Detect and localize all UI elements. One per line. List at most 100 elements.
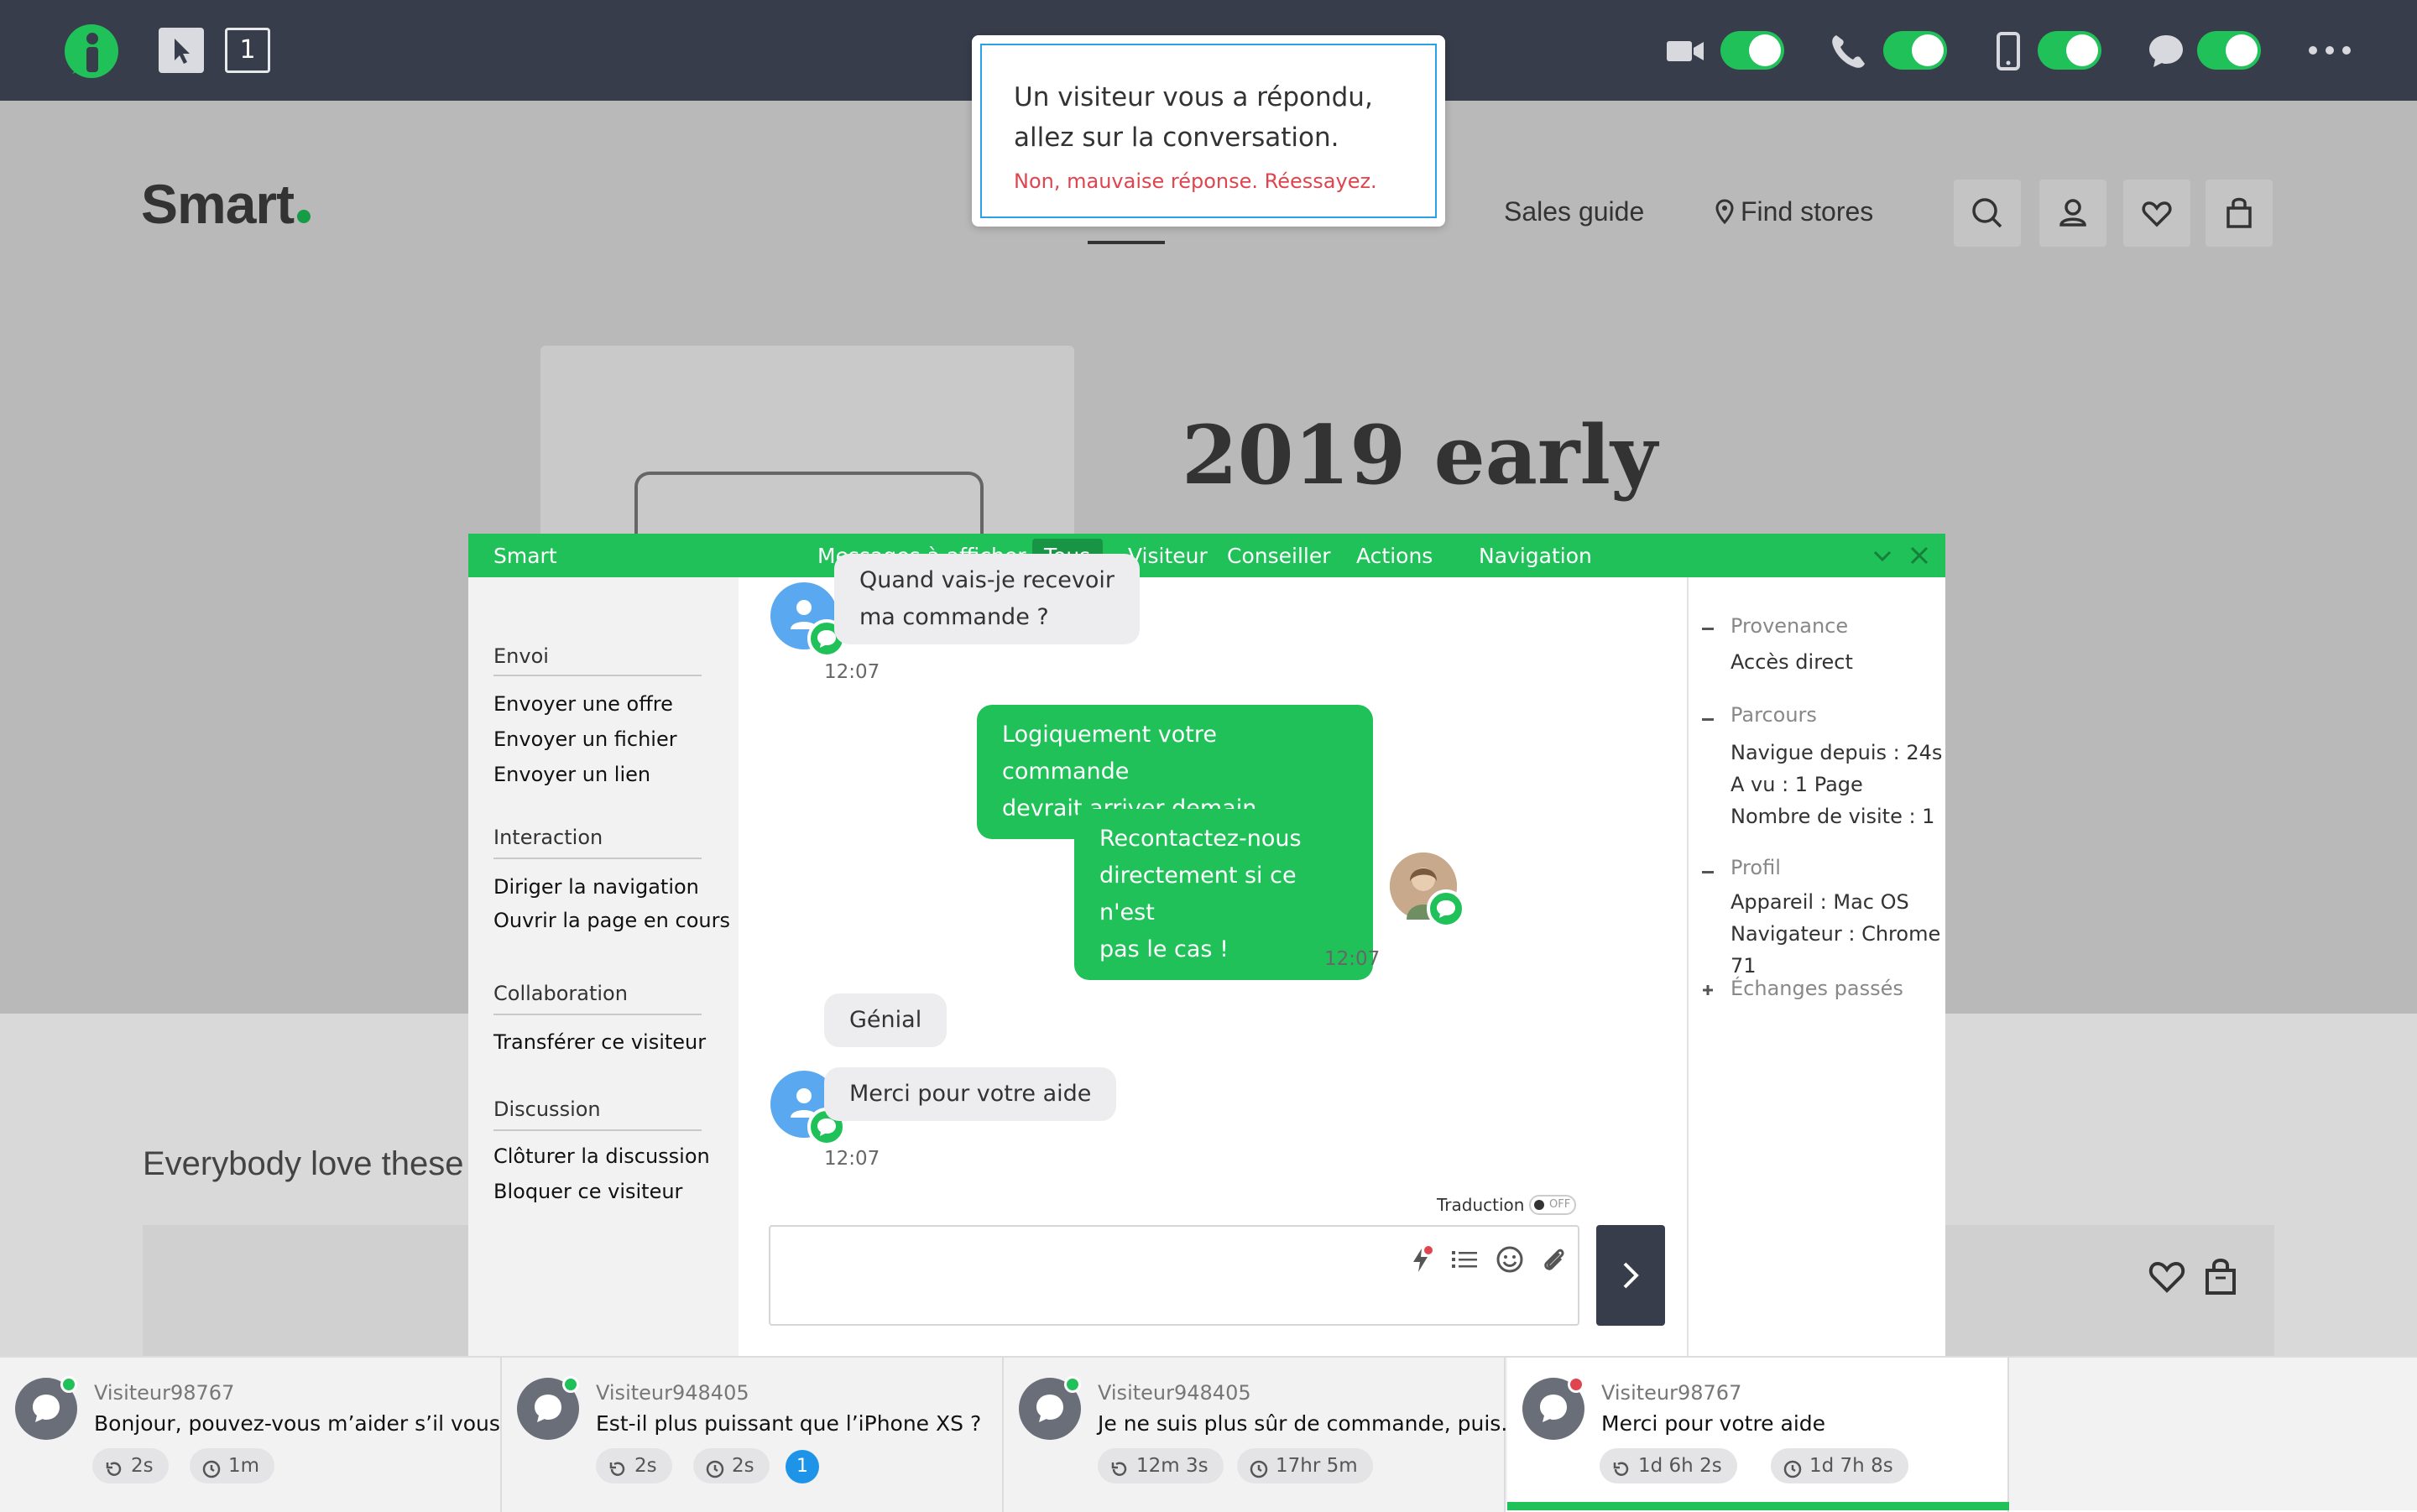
site-bag-button[interactable]	[2206, 180, 2273, 247]
info-parcours-line: Nombre de visite : 1	[1731, 805, 1935, 828]
menu-send-file[interactable]: Envoyer un fichier	[493, 727, 677, 751]
screen-counter-button[interactable]: 1	[225, 28, 270, 73]
chevron-right-icon	[1623, 1262, 1639, 1289]
info-profil-title: Profil	[1731, 856, 1781, 879]
message-time: 12:07	[824, 1148, 880, 1170]
menu-open-current-page[interactable]: Ouvrir la page en cours	[493, 909, 730, 932]
site-wishlist-button[interactable]	[2123, 180, 2190, 247]
message-input[interactable]	[769, 1225, 1579, 1326]
pointer-mode-button[interactable]	[159, 28, 204, 73]
mobile-toggle[interactable]	[2038, 31, 2101, 70]
status-dot	[60, 1376, 77, 1393]
info-provenance-value: Accès direct	[1731, 650, 1853, 674]
reply-time-chip: 12m 3s	[1098, 1448, 1224, 1483]
info-parcours-title: Parcours	[1731, 703, 1817, 727]
site-account-button[interactable]	[2039, 180, 2106, 247]
clock-icon	[1249, 1456, 1269, 1478]
heart-icon[interactable]	[2148, 1260, 2185, 1294]
hero-device-image	[634, 472, 984, 539]
filter-advisor[interactable]: Conseiller	[1227, 544, 1331, 568]
menu-direct-navigation[interactable]: Diriger la navigation	[493, 875, 699, 899]
conversation-tab[interactable]: Visiteur948405 Je ne suis plus sûr de co…	[1004, 1358, 1521, 1512]
tab-visitor-name: Visiteur948405	[596, 1381, 749, 1405]
menu-send-offer[interactable]: Envoyer une offre	[493, 692, 673, 716]
list-icon[interactable]	[1449, 1243, 1480, 1275]
message-time: 12:07	[824, 661, 880, 683]
translation-toggle[interactable]: OFF	[1529, 1195, 1576, 1215]
notification-title: Un visiteur vous a répondu, allez sur la…	[1014, 82, 1373, 153]
info-provenance-title: Provenance	[1731, 614, 1849, 638]
duration-chip: 1d 7h 8s	[1771, 1448, 1908, 1483]
chat-icon	[2145, 30, 2187, 72]
search-icon	[1972, 198, 2002, 228]
tab-visitor-name: Visiteur98767	[1601, 1381, 1742, 1405]
conversation-tab-active[interactable]: Visiteur98767 Merci pour votre aide 1d 6…	[1507, 1358, 2009, 1512]
quick-reply-icon[interactable]	[1405, 1243, 1437, 1275]
mobile-icon	[1987, 30, 2029, 72]
conversation-tab[interactable]: Visiteur98767 Bonjour, pouvez-vous m’aid…	[0, 1358, 520, 1512]
shopping-bag-icon	[2226, 197, 2252, 228]
user-icon	[2059, 199, 2086, 227]
conversation-tab[interactable]: Visiteur948405 Est-il plus puissant que …	[502, 1358, 1004, 1512]
filter-visitor[interactable]: Visiteur	[1128, 544, 1208, 568]
phone-icon	[1828, 30, 1870, 72]
status-dot	[562, 1376, 579, 1393]
unread-badge: 1	[786, 1450, 819, 1483]
chat-badge-icon	[1427, 889, 1465, 928]
video-icon	[1665, 30, 1707, 72]
close-icon[interactable]	[1908, 545, 1930, 566]
phone-toggle[interactable]	[1883, 31, 1947, 70]
app-logo-icon	[62, 22, 121, 81]
message-time: 12:07	[1324, 948, 1381, 970]
clock-icon	[705, 1456, 725, 1478]
visitor-message: Génial	[824, 993, 947, 1047]
status-dot	[1064, 1376, 1081, 1393]
tab-visitor-name: Visiteur948405	[1098, 1381, 1251, 1405]
nav-find-stores[interactable]: Find stores	[1715, 196, 1873, 231]
visitor-avatar	[770, 582, 846, 658]
tab-last-message: Bonjour, pouvez-vous m’aider s’il vous..…	[94, 1411, 520, 1436]
divider	[493, 1129, 702, 1131]
collapse-icon[interactable]	[1702, 628, 1714, 630]
tab-last-message: Est-il plus puissant que l’iPhone XS ?	[596, 1411, 982, 1436]
menu-close-discussion[interactable]: Clôturer la discussion	[493, 1144, 710, 1168]
tab-navigation[interactable]: Navigation	[1479, 544, 1592, 568]
divider	[493, 675, 702, 676]
duration-chip: 1m	[190, 1448, 275, 1483]
info-past-exchanges[interactable]: Échanges passés	[1731, 977, 1903, 1000]
notification-error: Non, mauvaise réponse. Réessayez.	[1014, 169, 1377, 193]
translation-label: Traduction	[1437, 1195, 1525, 1215]
info-profil-line: Appareil : Mac OS	[1731, 890, 1909, 914]
attachment-icon[interactable]	[1537, 1243, 1569, 1275]
history-icon	[1109, 1456, 1130, 1476]
heart-icon	[2142, 201, 2172, 227]
agent-avatar	[1390, 852, 1465, 928]
notification-popup[interactable]: Un visiteur vous a répondu, allez sur la…	[972, 35, 1445, 227]
collapse-icon[interactable]	[1702, 718, 1714, 721]
menu-send-link[interactable]: Envoyer un lien	[493, 763, 650, 786]
active-tab-indicator	[1507, 1502, 2009, 1510]
chat-toggle[interactable]	[2197, 31, 2261, 70]
collapse-icon[interactable]	[1702, 871, 1714, 873]
shopping-bag-icon[interactable]	[2204, 1257, 2237, 1296]
conversation-tabs: Visiteur98767 Bonjour, pouvez-vous m’aid…	[0, 1356, 2417, 1512]
expand-icon[interactable]	[1702, 983, 1714, 995]
visitor-message: Quand vais-je recevoir ma commande ?	[834, 554, 1140, 644]
history-icon	[1611, 1456, 1631, 1476]
menu-section-collaboration: Collaboration	[493, 982, 628, 1005]
history-icon	[608, 1456, 628, 1476]
tab-actions[interactable]: Actions	[1356, 544, 1433, 568]
duration-chip: 2s	[693, 1448, 770, 1483]
chevron-down-icon[interactable]	[1871, 545, 1893, 566]
send-button[interactable]	[1596, 1225, 1665, 1326]
nav-sales-guide[interactable]: Sales guide	[1504, 196, 1644, 227]
site-search-button[interactable]	[1954, 180, 2021, 247]
video-toggle[interactable]	[1720, 31, 1784, 70]
clock-icon	[1783, 1456, 1803, 1478]
menu-section-envoi: Envoi	[493, 644, 549, 668]
menu-block-visitor[interactable]: Bloquer ce visiteur	[493, 1180, 682, 1203]
emoji-icon[interactable]	[1494, 1243, 1526, 1275]
nav-underline	[1088, 241, 1165, 244]
menu-transfer-visitor[interactable]: Transférer ce visiteur	[493, 1030, 706, 1054]
more-options-icon[interactable]	[2306, 42, 2353, 59]
